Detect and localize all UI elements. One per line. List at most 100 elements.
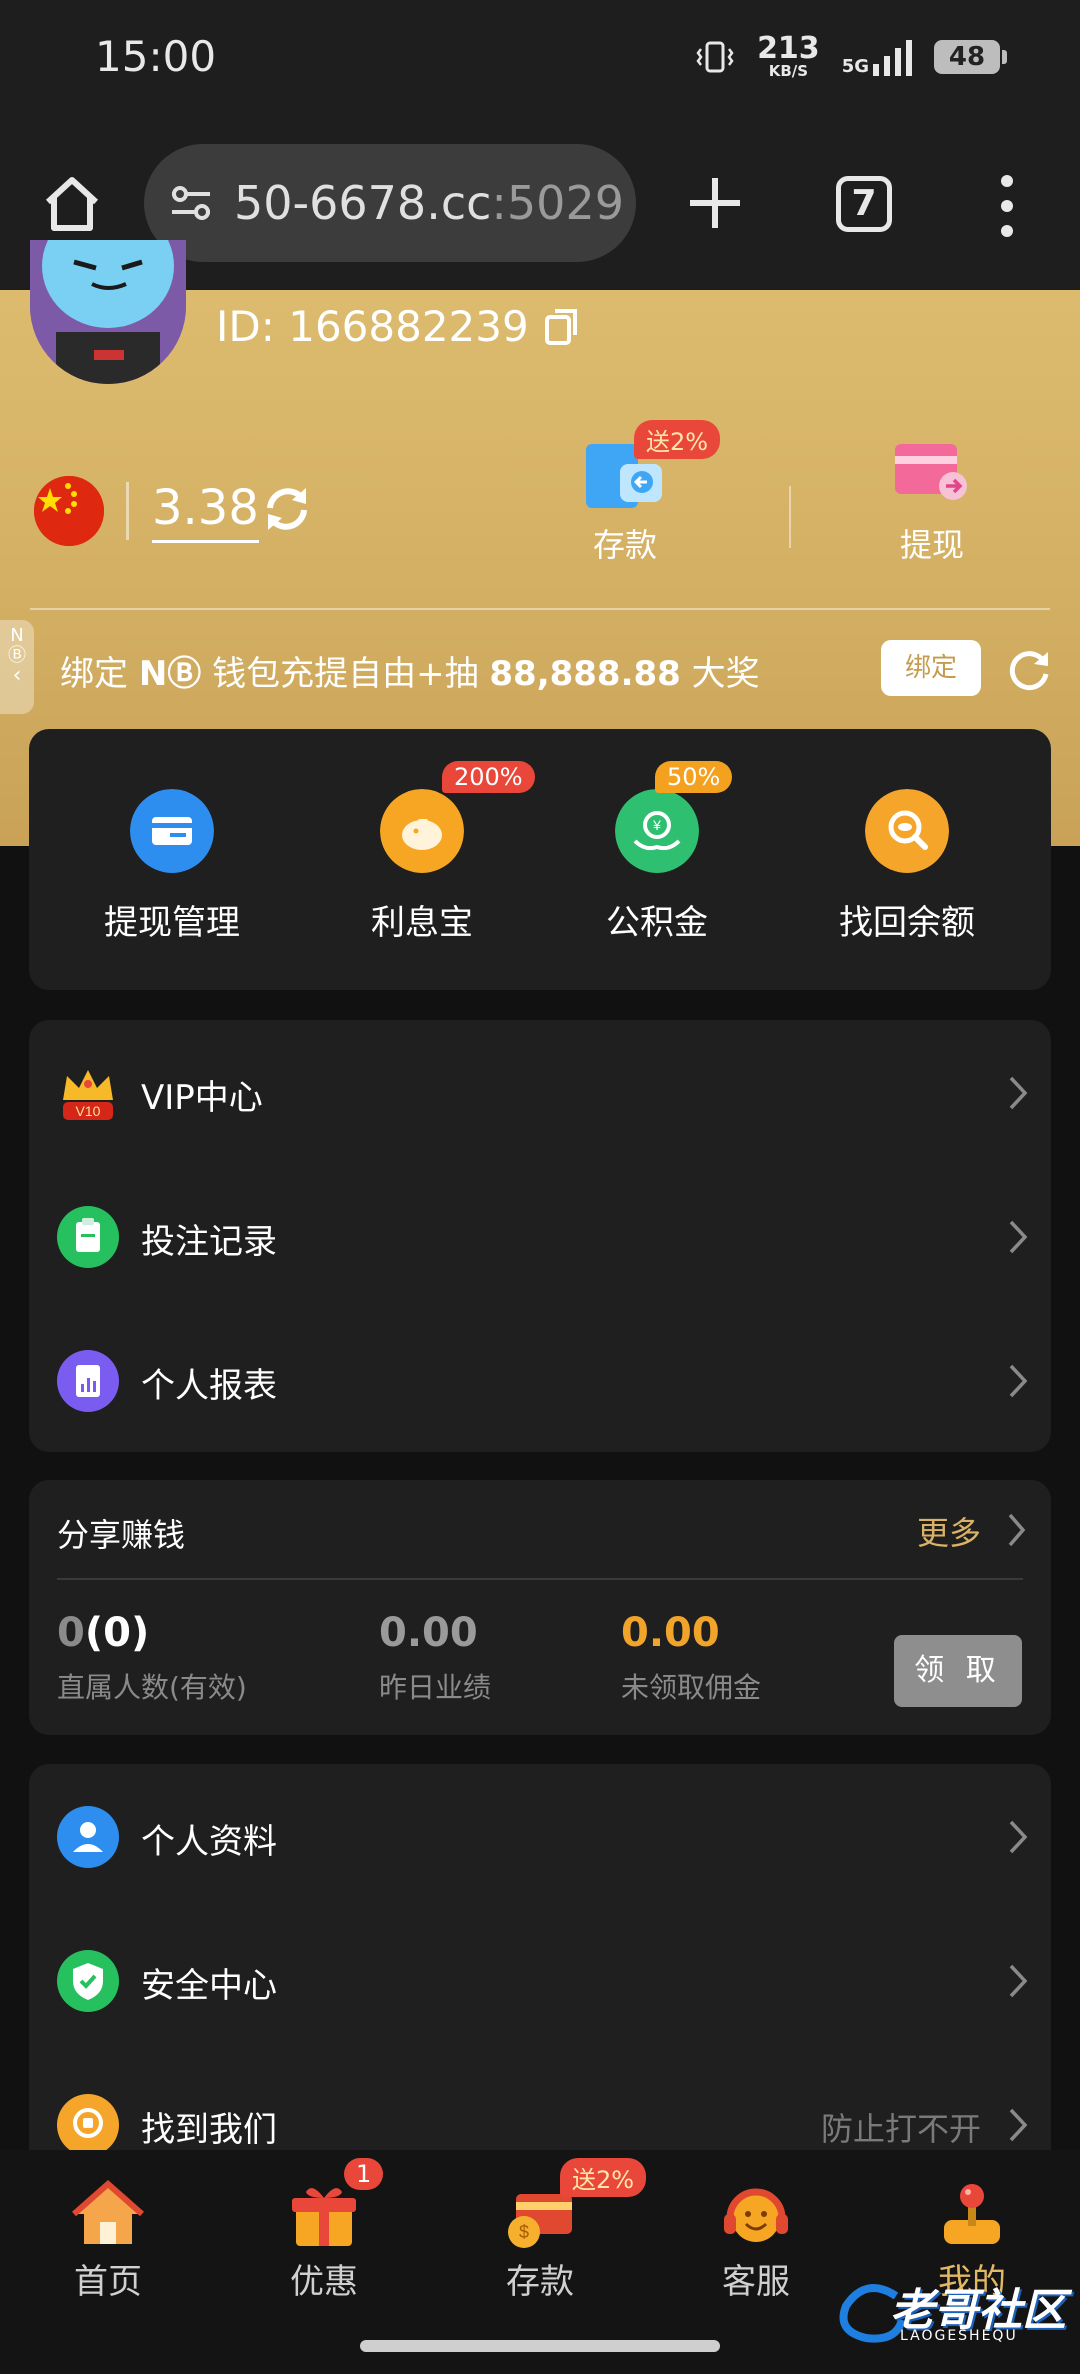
menu-row-personal-report[interactable]: 个人报表 xyxy=(29,1308,1051,1452)
net-speed: 213 KB/S xyxy=(757,34,820,79)
menu-row-find-us[interactable]: 找到我们 防止打不开 xyxy=(29,2052,1051,2150)
balance-amount: 3.38 xyxy=(152,480,259,543)
status-time: 15:00 xyxy=(95,32,217,81)
stat-value: 0.00 xyxy=(379,1610,478,1656)
share-more-link[interactable]: 更多 xyxy=(917,1508,981,1554)
quick-label: 公积金 xyxy=(606,903,708,943)
bind-suffix: 大奖 xyxy=(680,654,760,694)
nav-home[interactable]: 首页 xyxy=(28,2180,188,2303)
deposit-bonus-badge: 送2% xyxy=(634,420,721,459)
watermark-subtext: LAOGESHEQU xyxy=(900,2328,1018,2344)
menu-row-security[interactable]: 安全中心 xyxy=(29,1908,1051,2052)
more-menu-icon[interactable] xyxy=(996,175,1018,237)
nav-label: 存款 xyxy=(506,2262,574,2302)
gift-icon xyxy=(292,2188,356,2246)
support-agent-icon xyxy=(724,2188,788,2242)
refresh-balance-icon[interactable] xyxy=(262,484,312,534)
quick-label: 提现管理 xyxy=(104,903,240,943)
signal-group: 5G xyxy=(842,38,912,76)
chevron-right-icon[interactable] xyxy=(1007,1512,1027,1548)
menu-label: 安全中心 xyxy=(141,1966,277,2006)
stat-unclaimed: 0.00 未领取佣金 xyxy=(621,1610,761,1706)
signal-icon xyxy=(873,38,912,76)
shield-icon xyxy=(57,1950,119,2012)
joystick-icon xyxy=(944,2184,1000,2244)
direct-count-paren: (0) xyxy=(84,1610,150,1656)
url-host: 50-6678.cc xyxy=(234,176,492,230)
chevron-right-icon xyxy=(1009,1964,1028,1998)
china-flag-icon xyxy=(34,476,104,546)
house-icon xyxy=(72,2180,144,2244)
share-title: 分享赚钱 xyxy=(57,1516,186,1554)
menu-row-profile[interactable]: 个人资料 xyxy=(29,1764,1051,1908)
promotions-badge: 1 xyxy=(344,2158,384,2190)
quick-label: 利息宝 xyxy=(371,903,473,943)
menu-row-bet-records[interactable]: 投注记录 xyxy=(29,1164,1051,1308)
quick-recover-balance[interactable]: 找回余额 xyxy=(807,789,1007,944)
deposit-label: 存款 xyxy=(592,526,657,564)
share-earn-card: 分享赚钱 更多 0(0) 直属人数(有效) 0.00 昨日业绩 0.00 未领取… xyxy=(29,1480,1051,1735)
chevron-right-icon xyxy=(1009,1364,1028,1398)
new-tab-icon[interactable] xyxy=(684,172,746,234)
net-speed-unit: KB/S xyxy=(768,62,809,80)
withdraw-label: 提现 xyxy=(899,526,964,564)
watermark-logo: 老哥社区 LAOGESHEQU xyxy=(836,2270,1066,2350)
refresh-icon[interactable] xyxy=(1006,646,1052,692)
menu-card-account: 个人资料 安全中心 找到我们 防止打不开 xyxy=(29,1764,1051,2150)
quick-actions-card: 提现管理 利息宝 200% ¥ 公积金 50% 找回余额 xyxy=(29,729,1051,990)
site-settings-icon[interactable] xyxy=(166,178,216,228)
menu-card-main: V10 VIP中心 投注记录 个人报表 xyxy=(29,1020,1051,1452)
piggy-bank-icon xyxy=(380,789,464,873)
claim-button[interactable]: 领 取 xyxy=(894,1635,1022,1707)
menu-label: 找到我们 xyxy=(141,2110,277,2150)
withdraw-action[interactable]: 提现 xyxy=(872,440,992,566)
recover-balance-icon xyxy=(865,789,949,873)
bind-wallet-promo: 绑定 NⒷ 钱包充提自由+抽 88,888.88 大奖 xyxy=(60,646,760,695)
withdraw-icon xyxy=(895,444,967,500)
deposit-nav-badge: 送2% xyxy=(560,2158,647,2197)
stat-value: 0.00 xyxy=(621,1610,720,1656)
menu-label: 个人资料 xyxy=(141,1822,277,1862)
home-icon[interactable] xyxy=(40,172,104,236)
action-divider xyxy=(789,486,791,548)
direct-count-main: 0 xyxy=(57,1610,85,1656)
fund-icon: ¥ xyxy=(615,789,699,873)
address-bar[interactable]: 50-6678.cc:5029 xyxy=(144,144,636,262)
withdraw-manage-icon xyxy=(130,789,214,873)
clipboard-icon xyxy=(57,1206,119,1268)
menu-row-vip[interactable]: V10 VIP中心 xyxy=(29,1020,1051,1164)
tab-count-button[interactable]: 7 xyxy=(836,176,892,232)
side-float-tab[interactable]: NⒷ ‹ xyxy=(0,620,34,714)
quick-withdraw-manage[interactable]: 提现管理 xyxy=(72,789,272,944)
network-type: 5G xyxy=(841,55,869,77)
bind-prefix: 绑定 xyxy=(60,654,139,694)
net-speed-value: 213 xyxy=(757,31,820,66)
stat-label: 直属人数(有效) xyxy=(57,1671,247,1704)
bind-amount: 88,888.88 xyxy=(489,654,681,694)
url-text: 50-6678.cc:5029 xyxy=(234,176,624,230)
menu-label: 投注记录 xyxy=(141,1222,277,1262)
stat-label: 昨日业绩 xyxy=(379,1671,492,1704)
chevron-right-icon xyxy=(1009,1220,1028,1254)
bind-mid: 钱包充提自由+抽 xyxy=(201,654,490,694)
nav-deposit[interactable]: $ 存款 xyxy=(460,2180,620,2303)
chevron-right-icon xyxy=(1009,1820,1028,1854)
menu-label: 个人报表 xyxy=(141,1366,277,1406)
chevron-right-icon xyxy=(1009,2108,1028,2142)
quick-label: 找回余额 xyxy=(839,903,975,943)
quick-interest[interactable]: 利息宝 xyxy=(322,789,522,944)
nav-label: 客服 xyxy=(722,2262,790,2302)
nav-support[interactable]: 客服 xyxy=(676,2180,836,2303)
chevron-right-icon xyxy=(1009,1076,1028,1110)
stat-direct-value: 0(0) xyxy=(57,1610,247,1656)
copy-icon[interactable] xyxy=(543,307,581,347)
home-indicator[interactable] xyxy=(360,2340,720,2352)
bind-button[interactable]: 绑定 xyxy=(881,640,981,696)
bind-brand: NⒷ xyxy=(138,654,202,694)
nav-promotions[interactable]: 优惠 xyxy=(244,2180,404,2303)
quick-provident-fund[interactable]: ¥ 公积金 xyxy=(557,789,757,944)
report-icon xyxy=(57,1350,119,1412)
user-icon xyxy=(57,1806,119,1868)
svg-text:V10: V10 xyxy=(76,1103,101,1119)
user-id: ID: 166882239 xyxy=(216,302,581,351)
